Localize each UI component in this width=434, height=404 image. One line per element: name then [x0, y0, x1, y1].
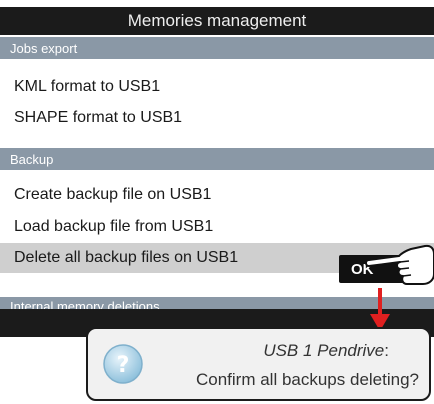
section-header-label: Internal memory deletions [10, 299, 160, 309]
confirm-dialog: ? USB 1 Pendrive: Confirm all backups de… [86, 327, 431, 401]
menu-item-shape-export[interactable]: SHAPE format to USB1 [0, 103, 434, 133]
down-arrow-icon [370, 288, 390, 331]
window-title: Memories management [0, 7, 434, 35]
window-title-text: Memories management [127, 11, 307, 30]
section-header-backup: Backup [0, 148, 434, 170]
dialog-title-text: USB 1 Pendrive [263, 341, 385, 360]
menu-item-load-backup[interactable]: Load backup file from USB1 [0, 212, 434, 242]
menu-item-kml-export[interactable]: KML format to USB1 [0, 72, 434, 102]
menu-item-create-backup[interactable]: Create backup file on USB1 [0, 180, 434, 210]
svg-text:?: ? [117, 353, 130, 378]
dialog-title: USB 1 Pendrive: [263, 341, 389, 361]
section-header-label: Jobs export [10, 40, 78, 56]
section-header-label: Backup [10, 151, 54, 167]
dialog-message: Confirm all backups deleting? [195, 370, 419, 389]
menu-item-label: Delete all backup files on USB1 [14, 249, 239, 266]
dialog-title-colon: : [384, 341, 389, 360]
menu-item-label: SHAPE format to USB1 [14, 109, 183, 126]
menu-item-label: Load backup file from USB1 [14, 218, 214, 235]
menu-item-label: KML format to USB1 [14, 78, 161, 95]
section-header-jobs-export: Jobs export [0, 37, 434, 59]
menu-item-label: Create backup file on USB1 [14, 186, 212, 203]
pointing-hand-icon [365, 244, 434, 285]
memories-screen: Memories management Jobs export KML form… [0, 0, 434, 404]
question-icon: ? [103, 344, 143, 384]
